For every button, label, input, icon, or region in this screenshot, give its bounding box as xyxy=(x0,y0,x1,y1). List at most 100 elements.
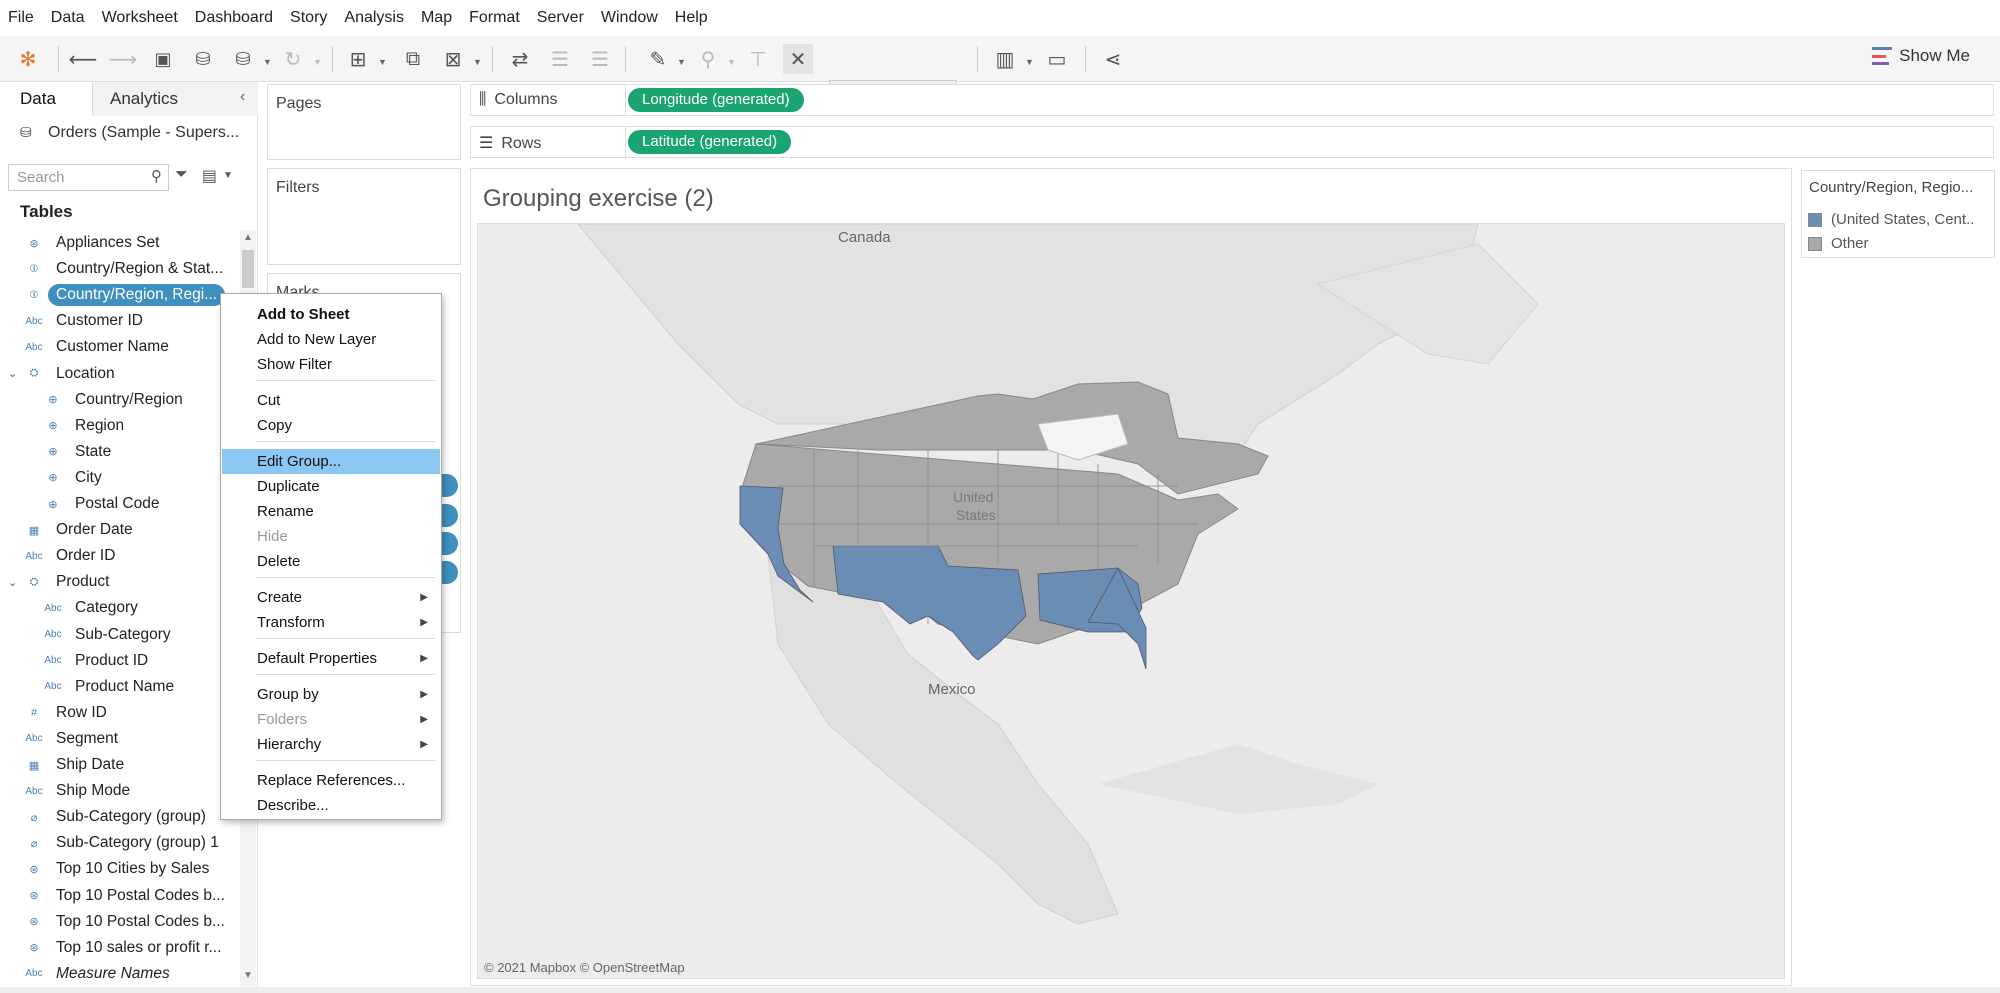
menu-dashboard[interactable]: Dashboard xyxy=(195,9,273,27)
datasource-item[interactable]: ⛁ Orders (Sample - Supers... xyxy=(20,124,239,142)
color-legend[interactable]: Country/Region, Regio... (United States,… xyxy=(1801,170,1995,258)
menu-item-copy[interactable]: Copy xyxy=(222,413,440,438)
sort-ascending-icon[interactable]: ☰ xyxy=(545,44,575,74)
menu-item-folders[interactable]: Folders ▶ xyxy=(222,707,440,732)
scroll-thumb[interactable] xyxy=(242,250,254,288)
chevron-down-icon[interactable]: ▼ xyxy=(727,57,736,67)
fix-axes-icon[interactable]: ✕ xyxy=(783,44,813,74)
menu-server[interactable]: Server xyxy=(537,9,584,27)
save-icon[interactable]: ▣ xyxy=(148,44,178,74)
field-item[interactable]: Abc Customer ID xyxy=(0,308,240,334)
refresh-icon[interactable]: ↻ xyxy=(278,44,308,74)
field-item[interactable]: ⊛ Top 10 sales or profit r... xyxy=(0,935,240,961)
menu-item-replace-references[interactable]: Replace References... xyxy=(222,768,440,793)
menu-format[interactable]: Format xyxy=(469,9,520,27)
menu-item-duplicate[interactable]: Duplicate xyxy=(222,474,440,499)
menu-item-delete[interactable]: Delete xyxy=(222,549,440,574)
legend-item[interactable]: (United States, Cent.. xyxy=(1808,211,1974,228)
menu-worksheet[interactable]: Worksheet xyxy=(102,9,178,27)
field-item[interactable]: ⊕ Region xyxy=(0,413,240,439)
field-item[interactable]: ⊛ Top 10 Postal Codes b... xyxy=(0,909,240,935)
chevron-down-icon[interactable]: ▼ xyxy=(313,57,322,67)
duplicate-sheet-icon[interactable]: ⧉ xyxy=(398,44,428,74)
chevron-down-icon[interactable]: ▼ xyxy=(1025,57,1034,67)
menu-item-edit-group[interactable]: Edit Group... xyxy=(222,449,440,474)
menu-file[interactable]: File xyxy=(8,9,34,27)
scroll-up-icon[interactable]: ▲ xyxy=(243,232,253,243)
expand-caret-icon[interactable]: ⌄ xyxy=(8,367,17,380)
field-item[interactable]: ▦ Ship Date xyxy=(0,752,240,778)
field-item[interactable]: ⌀ Sub-Category (group) xyxy=(0,804,240,830)
menu-item-describe[interactable]: Describe... xyxy=(222,793,440,818)
show-cards-icon[interactable]: ▥ xyxy=(990,44,1020,74)
highlight-icon[interactable]: ✎ xyxy=(643,44,673,74)
menu-item-hierarchy[interactable]: Hierarchy ▶ xyxy=(222,732,440,757)
filters-shelf[interactable]: Filters xyxy=(267,168,461,265)
longitude-pill[interactable]: Longitude (generated) xyxy=(628,88,804,112)
chevron-down-icon[interactable]: ▼ xyxy=(223,170,233,186)
field-item[interactable]: Abc Order ID xyxy=(0,543,240,569)
field-item[interactable]: Abc Product Name xyxy=(0,674,240,700)
menu-item-create[interactable]: Create ▶ xyxy=(222,585,440,610)
menu-item-cut[interactable]: Cut xyxy=(222,388,440,413)
chevron-down-icon[interactable]: ▼ xyxy=(378,57,387,67)
collapse-pane-icon[interactable]: ‹ xyxy=(240,88,245,106)
pages-shelf[interactable]: Pages xyxy=(267,84,461,160)
chevron-down-icon[interactable]: ▼ xyxy=(263,57,272,67)
search-input[interactable]: Search ⚲ xyxy=(8,164,169,191)
field-item[interactable]: ⌄ ⛭ Location xyxy=(0,361,240,387)
pause-updates-icon[interactable]: ⛁ xyxy=(228,44,258,74)
sort-descending-icon[interactable]: ☰ xyxy=(585,44,615,74)
menu-item-hide[interactable]: Hide xyxy=(222,524,440,549)
field-item[interactable]: # Row ID xyxy=(0,700,240,726)
menu-window[interactable]: Window xyxy=(601,9,658,27)
menu-analysis[interactable]: Analysis xyxy=(344,9,404,27)
menu-item-transform[interactable]: Transform ▶ xyxy=(222,610,440,635)
redo-icon[interactable]: ⟶ xyxy=(108,44,138,74)
menu-item-group-by[interactable]: Group by ▶ xyxy=(222,682,440,707)
clear-sheet-icon[interactable]: ⊠ xyxy=(438,44,468,74)
field-item[interactable]: Abc Sub-Category xyxy=(0,622,240,648)
share-icon[interactable]: ⋖ xyxy=(1098,44,1128,74)
menu-item-default-properties[interactable]: Default Properties ▶ xyxy=(222,646,440,671)
menu-item-add-to-sheet[interactable]: Add to Sheet xyxy=(222,302,440,327)
undo-icon[interactable]: ⟵ xyxy=(68,44,98,74)
group-members-icon[interactable]: ⚲ xyxy=(693,44,723,74)
swap-rows-columns-icon[interactable]: ⇄ xyxy=(505,44,535,74)
field-item[interactable]: Abc Segment xyxy=(0,726,240,752)
field-item[interactable]: Abc Customer Name xyxy=(0,334,240,360)
field-item[interactable]: Abc Product ID xyxy=(0,648,240,674)
field-item[interactable]: ⦶ Country/Region & Stat... xyxy=(0,256,240,282)
expand-caret-icon[interactable]: ⌄ xyxy=(8,576,17,589)
field-item[interactable]: ⊕ Country/Region xyxy=(0,387,240,413)
rows-shelf[interactable]: ☰ Rows Latitude (generated) xyxy=(470,126,1994,158)
menu-item-show-filter[interactable]: Show Filter xyxy=(222,352,440,377)
field-item[interactable]: ⊛ Top 10 Cities by Sales xyxy=(0,856,240,882)
legend-item[interactable]: Other xyxy=(1808,235,1869,252)
new-worksheet-icon[interactable]: ⊞ xyxy=(343,44,373,74)
view-options-icon[interactable]: ▤ xyxy=(202,166,217,186)
show-labels-icon[interactable]: ⊤ xyxy=(743,44,773,74)
show-me-button[interactable]: Show Me xyxy=(1872,46,1970,66)
field-item[interactable]: ⊛ Appliances Set xyxy=(0,230,240,256)
sheet-title[interactable]: Grouping exercise (2) xyxy=(483,185,714,213)
field-item[interactable]: ⌀ Sub-Category (group) 1 xyxy=(0,830,240,856)
filter-icon[interactable]: ⏷ xyxy=(175,166,188,186)
new-datasource-icon[interactable]: ⛁ xyxy=(188,44,218,74)
tab-data[interactable]: Data xyxy=(0,82,93,116)
menu-story[interactable]: Story xyxy=(290,9,327,27)
tab-analytics[interactable]: Analytics xyxy=(93,82,258,116)
menu-map[interactable]: Map xyxy=(421,9,452,27)
field-item[interactable]: ⊕ City xyxy=(0,465,240,491)
scroll-down-icon[interactable]: ▼ xyxy=(243,970,253,981)
field-item[interactable]: ▦ Order Date xyxy=(0,517,240,543)
tableau-logo-icon[interactable]: ✻ xyxy=(13,44,43,74)
columns-shelf[interactable]: ⫼ Columns Longitude (generated) xyxy=(470,84,1994,116)
field-item[interactable]: ⊕ State xyxy=(0,439,240,465)
map-view[interactable]: Canada United States Mexico © 2021 Mapbo… xyxy=(477,223,1785,979)
field-item[interactable]: ⌄ ⛭ Product xyxy=(0,569,240,595)
chevron-down-icon[interactable]: ▼ xyxy=(677,57,686,67)
field-item[interactable]: Abc Ship Mode xyxy=(0,778,240,804)
menu-item-add-to-new-layer[interactable]: Add to New Layer xyxy=(222,327,440,352)
field-item[interactable]: ⊛ Top 10 Postal Codes b... xyxy=(0,883,240,909)
